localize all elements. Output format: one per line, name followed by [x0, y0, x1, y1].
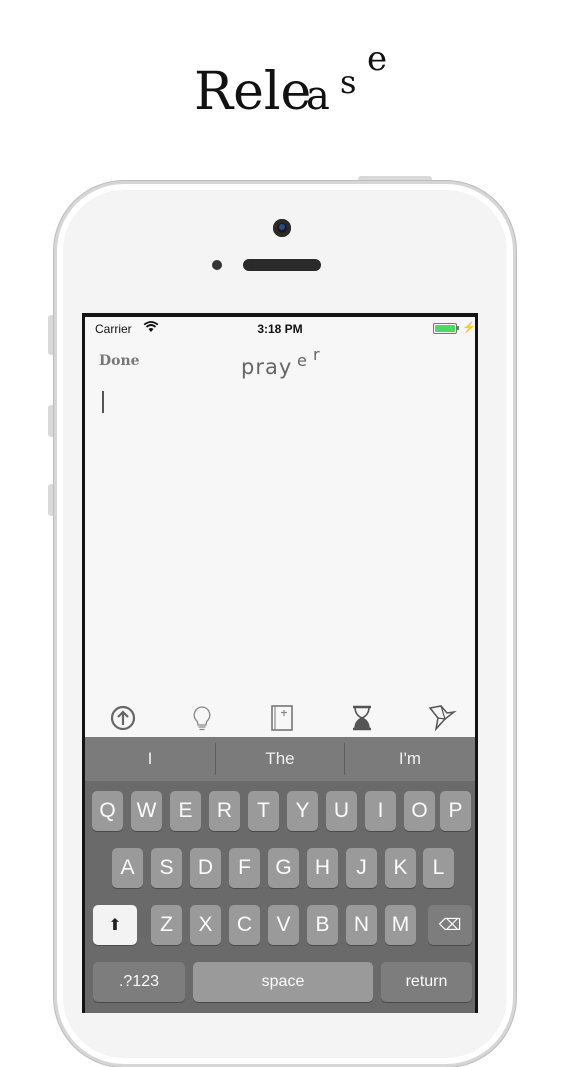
proximity-sensor	[212, 260, 222, 270]
earpiece-speaker	[243, 259, 321, 271]
delete-key[interactable]: ⌫	[428, 905, 472, 945]
key-z[interactable]: Z	[151, 905, 182, 945]
headline-letter-a: a	[306, 73, 330, 119]
done-button[interactable]: Done	[99, 353, 140, 369]
key-y[interactable]: Y	[287, 791, 318, 831]
key-q[interactable]: Q	[92, 791, 123, 831]
headline-text: Rele	[194, 62, 312, 122]
key-n[interactable]: N	[346, 905, 377, 945]
key-w[interactable]: W	[131, 791, 162, 831]
upload-arrow-button[interactable]	[107, 701, 139, 735]
key-v[interactable]: V	[268, 905, 299, 945]
key-f[interactable]: F	[229, 848, 260, 888]
toolbar	[85, 701, 475, 737]
delete-icon: ⌫	[438, 917, 462, 934]
hourglass-button[interactable]	[346, 701, 378, 735]
phone-screen: Carrier 3:18 PM ⚡ Done pray e r I The I'…	[82, 313, 478, 1013]
key-r[interactable]: R	[209, 791, 240, 831]
key-t[interactable]: T	[248, 791, 279, 831]
page-title: pray e r	[241, 345, 361, 381]
headline-letter-s: s	[340, 63, 357, 101]
battery-level	[435, 325, 455, 332]
key-g[interactable]: G	[268, 848, 299, 888]
text-cursor[interactable]	[102, 391, 104, 413]
battery-icon	[433, 323, 457, 334]
suggestion-3[interactable]: I'm	[345, 737, 475, 781]
key-u[interactable]: U	[326, 791, 357, 831]
lightbulb-icon	[193, 706, 211, 731]
keyboard: I The I'm Q W E R T Y U I O P A S D F G …	[85, 737, 475, 1013]
space-key[interactable]: space	[193, 962, 373, 1002]
return-key[interactable]: return	[381, 962, 472, 1002]
key-k[interactable]: K	[385, 848, 416, 888]
shift-key[interactable]: ⬆	[93, 905, 137, 945]
numbers-key[interactable]: .?123	[93, 962, 185, 1002]
title-letter-r: r	[313, 345, 320, 364]
front-camera	[273, 219, 291, 237]
key-d[interactable]: D	[190, 848, 221, 888]
key-c[interactable]: C	[229, 905, 260, 945]
status-time: 3:18 PM	[257, 322, 303, 336]
predictive-bar: I The I'm	[85, 737, 475, 781]
charging-icon: ⚡	[462, 322, 475, 334]
title-pray: pray	[241, 355, 293, 379]
book-icon	[271, 705, 293, 731]
key-a[interactable]: A	[112, 848, 143, 888]
key-i[interactable]: I	[365, 791, 396, 831]
key-s[interactable]: S	[151, 848, 182, 888]
app-display: Carrier 3:18 PM ⚡ Done pray e r I The I'…	[85, 317, 475, 1013]
suggestion-1[interactable]: I	[85, 737, 215, 781]
headline: Rele a s e	[0, 0, 563, 130]
status-bar: Carrier 3:18 PM ⚡	[85, 317, 475, 339]
key-j[interactable]: J	[346, 848, 377, 888]
key-l[interactable]: L	[423, 848, 454, 888]
lightbulb-button[interactable]	[186, 701, 218, 735]
hourglass-icon	[353, 705, 371, 731]
key-b[interactable]: B	[307, 905, 338, 945]
origami-bird-button[interactable]	[426, 701, 458, 735]
upload-arrow-icon	[110, 705, 136, 731]
key-h[interactable]: H	[307, 848, 338, 888]
title-letter-e: e	[297, 351, 307, 370]
key-m[interactable]: M	[385, 905, 416, 945]
key-e[interactable]: E	[170, 791, 201, 831]
book-button[interactable]	[266, 701, 298, 735]
key-x[interactable]: X	[190, 905, 221, 945]
battery-tip	[457, 326, 459, 330]
origami-bird-icon	[428, 705, 457, 732]
key-p[interactable]: P	[440, 791, 471, 831]
key-o[interactable]: O	[404, 791, 435, 831]
shift-arrow-icon: ⬆	[108, 917, 122, 934]
suggestion-2[interactable]: The	[216, 737, 344, 781]
headline-letter-e: e	[367, 39, 388, 79]
